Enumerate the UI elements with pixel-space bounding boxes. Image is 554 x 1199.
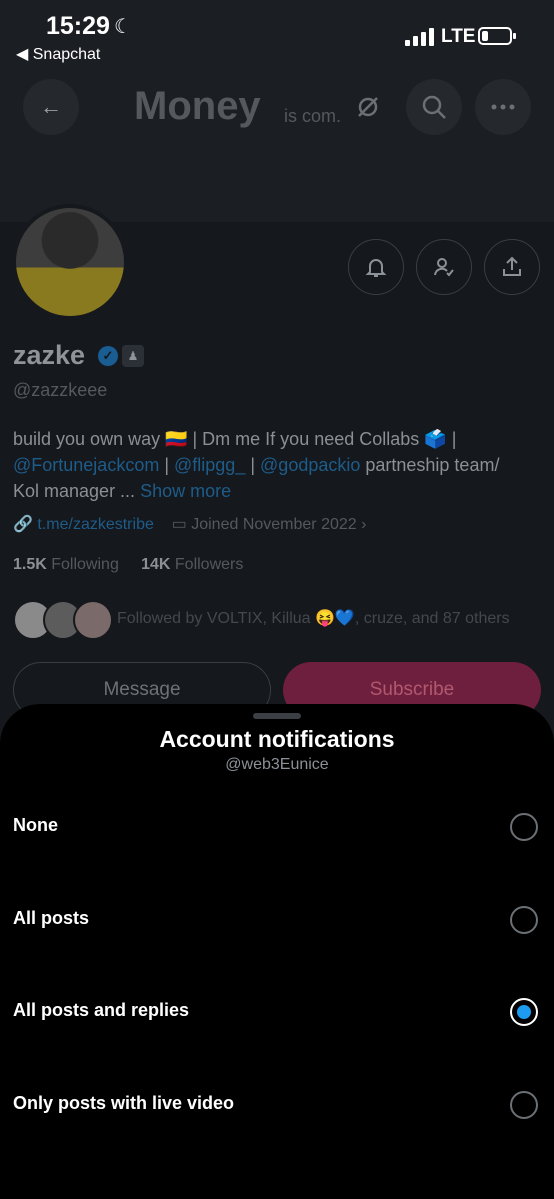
following-link[interactable]: 1.5K Following [13, 556, 119, 573]
search-icon[interactable] [406, 79, 462, 135]
more-icon[interactable] [475, 79, 531, 135]
profile-name: zazke [13, 340, 86, 370]
radio-button[interactable] [510, 998, 538, 1026]
option-live-video[interactable]: Only posts with live video [0, 1075, 554, 1135]
option-label: None [13, 815, 58, 835]
bio-text: build you own way 🇨🇴 | Dm me If you need… [13, 429, 457, 449]
bio-separator: | [245, 455, 261, 475]
moon-icon: ☾ [114, 16, 132, 38]
back-arrow-icon[interactable]: ← [23, 79, 79, 135]
follow-status-icon[interactable] [416, 239, 472, 295]
avatar [73, 600, 113, 640]
profile-handle: @zazzkeee [13, 380, 108, 400]
show-more-link[interactable]: Show more [140, 481, 231, 501]
nav-subtitle: is com. [284, 106, 342, 126]
link-icon: 🔗 [13, 516, 33, 533]
profile-bio: build you own way 🇨🇴 | Dm me If you need… [13, 426, 543, 504]
option-none[interactable]: None [0, 797, 554, 857]
profile-stats: 1.5K Following 14K Followers [13, 556, 243, 574]
nav-title: Money [134, 84, 261, 128]
profile-meta: 🔗 t.me/zazkestribe ▭ Joined November 202… [13, 514, 366, 534]
avatar[interactable] [12, 204, 128, 320]
bio-text: Kol manager ... [13, 481, 136, 501]
followers-label: Followers [174, 556, 244, 573]
following-label: Following [51, 556, 119, 573]
status-time: 15:29 [46, 12, 110, 40]
sheet-title: Account notifications [159, 726, 395, 752]
radio-button[interactable] [510, 906, 538, 934]
option-label: All posts [13, 908, 90, 928]
chevron-right-icon[interactable]: › [361, 516, 366, 533]
followed-by-text[interactable]: Followed by VOLTIX, Killua 😝💙, cruze, an… [117, 608, 510, 628]
sheet-subtitle: @web3Eunice [225, 756, 329, 773]
bio-separator: | [159, 455, 175, 475]
following-count: 1.5K [13, 556, 47, 573]
notification-bell-icon[interactable] [348, 239, 404, 295]
battery-icon [478, 27, 516, 45]
network-type: LTE [441, 26, 476, 47]
back-to-app-link[interactable]: ◀ Snapchat [16, 44, 100, 64]
option-all-posts[interactable]: All posts [0, 890, 554, 950]
bio-link-flipgg[interactable]: @flipgg_ [174, 455, 245, 475]
followers-link[interactable]: 14K Followers [141, 556, 243, 573]
bio-link-fortunejack[interactable]: @Fortunejackcom [13, 455, 159, 475]
hide-icon[interactable] [340, 79, 396, 135]
followers-count: 14K [141, 556, 171, 573]
joined-date: Joined November 2022 [191, 516, 357, 533]
signal-icon [405, 28, 435, 46]
affiliate-badge-icon[interactable]: ♟ [122, 345, 144, 367]
option-all-posts-and-replies[interactable]: All posts and replies [0, 982, 554, 1042]
notifications-sheet: Account notifications @web3Eunice None A… [0, 704, 554, 1199]
bio-text: partneship team/ [360, 455, 500, 475]
verified-icon: ✓ [98, 346, 118, 366]
radio-button[interactable] [510, 813, 538, 841]
sheet-grabber[interactable] [253, 713, 301, 719]
calendar-icon: ▭ [171, 516, 187, 533]
bio-link-godpack[interactable]: @godpackio [260, 455, 360, 475]
share-icon[interactable] [484, 239, 540, 295]
website-link[interactable]: t.me/zazkestribe [37, 516, 153, 533]
radio-button[interactable] [510, 1091, 538, 1119]
option-label: All posts and replies [13, 1000, 190, 1020]
status-bar: 15:29 ☾ ◀ Snapchat LTE [0, 0, 554, 70]
option-label: Only posts with live video [13, 1093, 235, 1113]
